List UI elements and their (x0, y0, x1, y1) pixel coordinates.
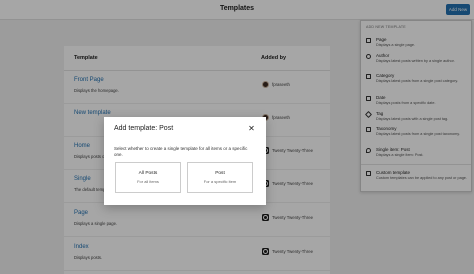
option-subtitle: For a specific item (203, 179, 237, 184)
option-title: All Posts (138, 171, 158, 176)
option-subtitle: For all items (137, 179, 159, 184)
modal-description: Select whether to create a single templa… (114, 146, 248, 157)
close-icon[interactable]: ✕ (247, 124, 256, 133)
modal-title: Add template: Post (114, 125, 174, 132)
add-template-modal: Add template: Post ✕ Select whether to c… (104, 117, 266, 205)
specific-post-option[interactable]: Post For a specific item (187, 162, 253, 193)
all-posts-option[interactable]: All Posts For all items (115, 162, 181, 193)
option-title: Post (215, 171, 225, 176)
